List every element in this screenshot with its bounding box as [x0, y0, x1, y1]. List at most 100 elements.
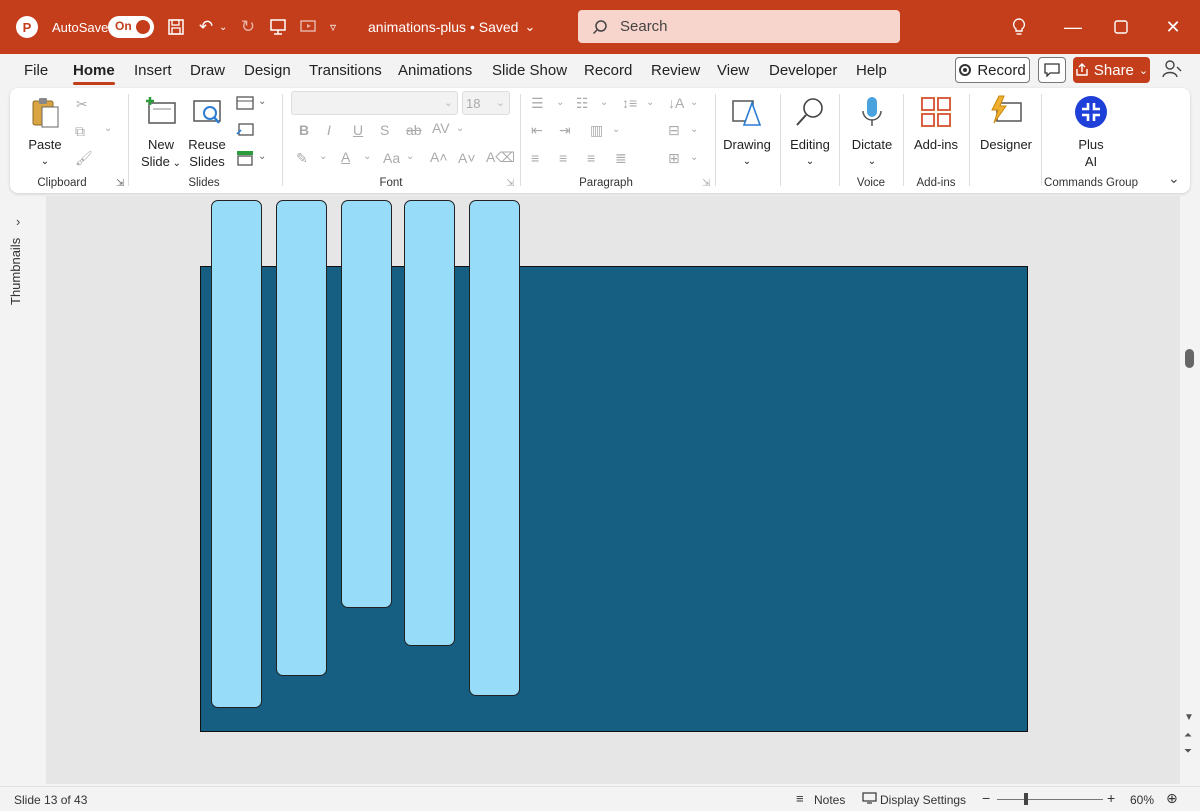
- close-icon[interactable]: ✕: [1148, 0, 1198, 54]
- drawing-button[interactable]: Drawing ⌄: [720, 95, 774, 170]
- chevron-down-icon[interactable]: ⌄: [556, 97, 564, 108]
- clear-formatting-icon[interactable]: A⌫: [486, 149, 515, 166]
- layout-icon[interactable]: [236, 95, 254, 114]
- new-slide-button[interactable]: New Slide ⌄: [139, 95, 183, 172]
- bold-icon[interactable]: B: [299, 122, 309, 138]
- zoom-out-icon[interactable]: −: [982, 790, 990, 806]
- tab-record[interactable]: Record: [584, 62, 632, 79]
- decrease-font-size-icon[interactable]: A˅: [458, 150, 476, 166]
- cut-icon[interactable]: ✂: [76, 96, 88, 113]
- chevron-down-icon[interactable]: ⌄: [258, 96, 266, 107]
- tab-slide-show[interactable]: Slide Show: [492, 62, 567, 79]
- tab-view[interactable]: View: [717, 62, 749, 79]
- font-color-icon[interactable]: A: [341, 149, 350, 165]
- comments-button[interactable]: [1038, 57, 1066, 83]
- justify-icon[interactable]: ≣: [615, 150, 627, 167]
- change-case-icon[interactable]: Aa: [383, 150, 400, 166]
- scroll-down-icon[interactable]: ▼: [1184, 712, 1194, 723]
- vertical-scrollbar[interactable]: [1181, 196, 1200, 784]
- coauthor-person-icon[interactable]: [1162, 59, 1182, 84]
- align-text-icon[interactable]: ⊟: [668, 122, 680, 139]
- section-icon[interactable]: [236, 150, 254, 169]
- italic-icon[interactable]: I: [327, 122, 331, 138]
- notes-button[interactable]: Notes: [814, 793, 845, 807]
- chevron-down-icon[interactable]: ⌄: [690, 152, 698, 163]
- customize-qat-icon[interactable]: ▿: [330, 0, 336, 54]
- zoom-level[interactable]: 60%: [1130, 793, 1154, 807]
- fit-to-window-icon[interactable]: ⊕: [1166, 790, 1178, 807]
- chevron-down-icon[interactable]: ⌄: [406, 151, 414, 162]
- document-title[interactable]: animations-plus • Saved ⌄: [368, 0, 535, 54]
- autosave-toggle[interactable]: On: [108, 0, 154, 54]
- font-size-field[interactable]: 18 ⌄: [462, 91, 510, 115]
- chevron-down-icon[interactable]: ⌄: [456, 123, 464, 134]
- text-direction-icon[interactable]: ↓A: [668, 95, 684, 111]
- line-spacing-icon[interactable]: ↕≡: [622, 95, 637, 111]
- dialog-launcher-icon[interactable]: ⇲: [116, 178, 124, 189]
- tab-developer[interactable]: Developer: [769, 62, 837, 79]
- chevron-down-icon[interactable]: ⌄: [104, 123, 112, 134]
- underline-icon[interactable]: U: [353, 122, 363, 138]
- paste-button[interactable]: Paste ⌄: [24, 95, 66, 170]
- tab-draw[interactable]: Draw: [190, 62, 225, 79]
- numbering-icon[interactable]: ☷: [576, 95, 589, 112]
- highlight-icon[interactable]: ✎: [296, 150, 308, 167]
- zoom-slider-thumb[interactable]: [1024, 793, 1028, 805]
- tab-review[interactable]: Review: [651, 62, 700, 79]
- reset-slide-icon[interactable]: [236, 122, 254, 141]
- undo-icon[interactable]: ↶: [194, 0, 218, 54]
- increase-font-size-icon[interactable]: A˄: [430, 149, 448, 165]
- collapse-ribbon-icon[interactable]: ⌄: [1168, 170, 1180, 187]
- shape-bar-5[interactable]: [469, 200, 520, 696]
- chevron-down-icon[interactable]: ⌄: [319, 151, 327, 162]
- columns-icon[interactable]: ▥: [590, 122, 603, 139]
- zoom-slider[interactable]: [997, 799, 1103, 800]
- character-spacing-icon[interactable]: AV: [432, 120, 450, 136]
- minimize-icon[interactable]: —: [1048, 0, 1098, 54]
- chevron-down-icon[interactable]: ⌄: [600, 97, 608, 108]
- dialog-launcher-icon[interactable]: ⇲: [506, 178, 514, 189]
- start-slideshow-icon[interactable]: [296, 0, 320, 54]
- strikethrough-icon[interactable]: ab: [406, 122, 422, 138]
- tab-help[interactable]: Help: [856, 62, 887, 79]
- align-right-icon[interactable]: ≡: [587, 150, 595, 166]
- smartart-icon[interactable]: ⊞: [668, 150, 680, 167]
- chevron-right-icon[interactable]: ›: [16, 214, 20, 229]
- tab-design[interactable]: Design: [244, 62, 291, 79]
- save-icon[interactable]: [164, 0, 188, 54]
- maximize-icon[interactable]: [1096, 0, 1146, 54]
- thumbnails-label[interactable]: Thumbnails: [8, 238, 23, 305]
- zoom-in-icon[interactable]: +: [1107, 790, 1115, 806]
- chevron-down-icon[interactable]: ⌄: [690, 97, 698, 108]
- tab-insert[interactable]: Insert: [134, 62, 172, 79]
- shape-bar-1[interactable]: [211, 200, 262, 708]
- copy-icon[interactable]: ⧉: [75, 123, 85, 140]
- chevron-down-icon[interactable]: ⌄: [646, 97, 654, 108]
- dialog-launcher-icon[interactable]: ⇲: [702, 178, 710, 189]
- notes-icon[interactable]: ≡: [796, 791, 804, 806]
- designer-button[interactable]: Designer: [976, 95, 1036, 153]
- decrease-indent-icon[interactable]: ⇤: [531, 122, 543, 139]
- shape-bar-3[interactable]: [341, 200, 392, 608]
- undo-chevron-icon[interactable]: ⌄: [219, 0, 227, 54]
- align-center-icon[interactable]: ≡: [559, 150, 567, 166]
- present-from-beginning-icon[interactable]: [266, 0, 290, 54]
- shape-bar-4[interactable]: [404, 200, 455, 646]
- text-shadow-icon[interactable]: S: [380, 122, 389, 138]
- chevron-down-icon[interactable]: ⌄: [363, 151, 371, 162]
- next-slide-icon[interactable]: ⏷: [1184, 746, 1192, 757]
- tab-file[interactable]: File: [24, 62, 48, 79]
- previous-slide-icon[interactable]: ⏶: [1184, 730, 1192, 741]
- tab-home[interactable]: Home: [73, 62, 115, 85]
- lightbulb-icon[interactable]: [994, 0, 1044, 54]
- record-button[interactable]: Record: [955, 57, 1030, 83]
- editing-button[interactable]: Editing ⌄: [786, 95, 834, 170]
- dictate-button[interactable]: Dictate ⌄: [846, 95, 898, 170]
- redo-icon[interactable]: ↻: [236, 0, 260, 54]
- chevron-down-icon[interactable]: ⌄: [690, 124, 698, 135]
- shape-bar-2[interactable]: [276, 200, 327, 676]
- chevron-down-icon[interactable]: ⌄: [258, 151, 266, 162]
- chevron-down-icon[interactable]: ⌄: [612, 124, 620, 135]
- display-settings-button[interactable]: Display Settings: [880, 793, 966, 807]
- plus-ai-button[interactable]: Plus AI: [1064, 95, 1118, 170]
